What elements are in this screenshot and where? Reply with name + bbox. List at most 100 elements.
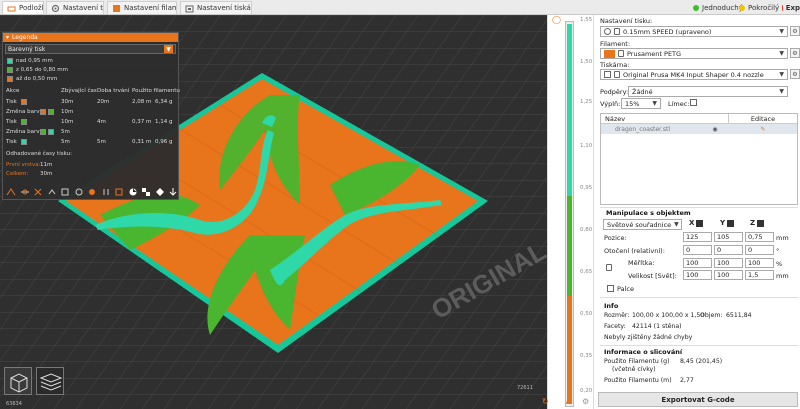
- tool-marker-icon[interactable]: [155, 187, 165, 197]
- size-z-input[interactable]: 1,5: [745, 270, 774, 280]
- axis-z-icon: [757, 219, 765, 227]
- chevron-down-icon: ▼: [674, 221, 679, 228]
- object-list-header: Název Editace: [601, 114, 797, 124]
- mode-advanced[interactable]: Pokročilý: [739, 2, 779, 13]
- pause-prints-icon[interactable]: [101, 187, 111, 197]
- eye-icon[interactable]: ◉: [701, 126, 729, 133]
- slider-top-handle-icon[interactable]: ◯: [552, 15, 561, 24]
- info-title: Info: [604, 302, 619, 310]
- axis-x-icon: [696, 219, 704, 227]
- tab-plater[interactable]: Podložka: [2, 1, 44, 14]
- filament-icon: [112, 4, 121, 13]
- position-label: Pozice:: [604, 234, 627, 242]
- range-label: až do 0,50 mm: [16, 76, 58, 82]
- object-row[interactable]: dragon_coaster.stl ◉ ✎: [601, 124, 797, 134]
- legend-panel[interactable]: ▾ Legenda Barevný tisk ▼ nad 0,95 mm z 0…: [2, 32, 180, 200]
- size-x-input[interactable]: 100: [683, 270, 712, 280]
- layer-slider-track[interactable]: [565, 21, 574, 407]
- range-swatch: [7, 58, 13, 64]
- scale-z-input[interactable]: 100: [745, 258, 774, 268]
- position-z-input[interactable]: 0,75: [745, 232, 774, 242]
- retractions-icon[interactable]: [33, 187, 43, 197]
- supports-label: Podpěry:: [600, 88, 629, 96]
- mode-expert[interactable]: Exp: [782, 2, 800, 13]
- chevron-down-icon: ▼: [779, 88, 784, 95]
- filament-select[interactable]: Prusament PETG ▼: [600, 48, 788, 59]
- edit-printer-icon[interactable]: ⚙: [790, 69, 800, 79]
- mode-simple[interactable]: Jednoduchý: [693, 2, 743, 13]
- seams-icon[interactable]: [60, 187, 70, 197]
- inches-checkbox[interactable]: [607, 285, 614, 292]
- lock-icon[interactable]: 🔓︎: [566, 397, 571, 407]
- edit-icon[interactable]: ✎: [729, 126, 797, 133]
- mode-expert-label: Exp: [785, 3, 800, 12]
- mode-advanced-label: Pokročilý: [748, 3, 780, 12]
- legend-toolbar: [6, 186, 178, 198]
- legend-row-duration: 4m: [97, 119, 106, 125]
- slider-segment-bottom: [567, 296, 572, 404]
- print-settings-value: 0.15mm SPEED (upraveno): [623, 27, 712, 36]
- legend-header[interactable]: ▾ Legenda: [3, 33, 178, 42]
- print-settings-select[interactable]: 0.15mm SPEED (upraveno) ▼: [600, 26, 788, 37]
- legend-row-remaining: 30m: [61, 99, 74, 105]
- print-settings-icon: [51, 4, 60, 13]
- custom-gcodes-icon[interactable]: [114, 187, 124, 197]
- deretractions-icon[interactable]: [47, 187, 57, 197]
- layers-view-icon[interactable]: [36, 367, 64, 395]
- range-label: nad 0,95 mm: [16, 58, 53, 64]
- size-y-input[interactable]: 100: [714, 270, 743, 280]
- layer-slider[interactable]: 1,55 1,50 1,25 1,10 0,95 0,80 0,65 0,50 …: [542, 15, 593, 409]
- volume-value: 6511,84: [726, 312, 752, 319]
- wipe-icon[interactable]: [20, 187, 30, 197]
- slider-tick: 1,25: [580, 99, 593, 105]
- filament-color-swatch[interactable]: [604, 49, 615, 58]
- chevron-down-icon[interactable]: ▼: [164, 45, 173, 53]
- tab-plater-label: Podložka: [19, 4, 43, 12]
- shells-icon[interactable]: [141, 187, 151, 197]
- rotation-unit: °: [776, 247, 780, 255]
- infill-select[interactable]: 15% ▼: [621, 98, 661, 109]
- 3d-preview-canvas[interactable]: ORIGINAL ▾ Legenda Barevný tisk ▼ nad 0,…: [0, 15, 547, 409]
- export-toolpaths-icon[interactable]: [168, 187, 178, 197]
- printer-select[interactable]: Original Prusa MK4 Input Shaper 0.4 nozz…: [600, 69, 788, 80]
- slider-tick: 1,50: [580, 59, 593, 65]
- iso-view-icon[interactable]: [4, 367, 32, 395]
- chevron-down-icon: ▼: [779, 50, 784, 57]
- rotation-z-input[interactable]: 0: [745, 245, 774, 255]
- legend-row-duration: 20m: [97, 99, 110, 105]
- settings-gear-icon[interactable]: ⚙: [582, 397, 589, 406]
- color-changes-icon[interactable]: [87, 187, 97, 197]
- size-label: Velikost [Svět]:: [628, 272, 677, 280]
- lock-scale-icon[interactable]: [606, 264, 612, 271]
- tool-changes-icon[interactable]: [74, 187, 84, 197]
- brim-checkbox[interactable]: [690, 99, 697, 106]
- tab-filament-settings[interactable]: Nastavení filamentu: [107, 1, 177, 14]
- legend-view-type-select[interactable]: Barevný tisk ▼: [5, 44, 176, 54]
- coord-system-select[interactable]: Světové souřadnice ▼: [603, 219, 682, 230]
- rotation-y-input[interactable]: 0: [714, 245, 743, 255]
- col-duration: Doba trvání: [97, 88, 130, 94]
- tab-print-settings[interactable]: Nastavení tisku: [46, 1, 104, 14]
- collapse-arrow-icon[interactable]: ▾: [6, 34, 9, 41]
- scale-y-input[interactable]: 100: [714, 258, 743, 268]
- position-y-input[interactable]: 105: [714, 232, 743, 242]
- printer-label: Tiskárna:: [600, 61, 630, 69]
- object-list[interactable]: Název Editace dragon_coaster.stl ◉ ✎: [600, 113, 798, 205]
- rotation-x-input[interactable]: 0: [683, 245, 712, 255]
- edit-filament-icon[interactable]: ⚙: [790, 48, 800, 58]
- legend-row-length: 0,31 m: [132, 139, 152, 145]
- tab-printer-settings[interactable]: Nastavení tiskárny: [180, 1, 252, 14]
- travel-icon[interactable]: [6, 187, 16, 197]
- slider-tick: 0,80: [580, 227, 593, 233]
- system-preset-icon: [604, 28, 611, 35]
- scale-x-input[interactable]: 100: [683, 258, 712, 268]
- supports-select[interactable]: Žádné ▼: [628, 86, 788, 97]
- mode-simple-dot: [693, 4, 699, 11]
- center-of-gravity-icon[interactable]: [128, 187, 138, 197]
- export-gcode-button[interactable]: Exportovat G-code: [598, 392, 798, 407]
- edit-preset-icon[interactable]: ⚙: [790, 26, 800, 36]
- position-x-input[interactable]: 125: [683, 232, 712, 242]
- legend-row-remaining: 5m: [61, 139, 70, 145]
- legend-row-weight: 1,14 g: [155, 119, 173, 125]
- refresh-icon[interactable]: ↻: [542, 397, 549, 406]
